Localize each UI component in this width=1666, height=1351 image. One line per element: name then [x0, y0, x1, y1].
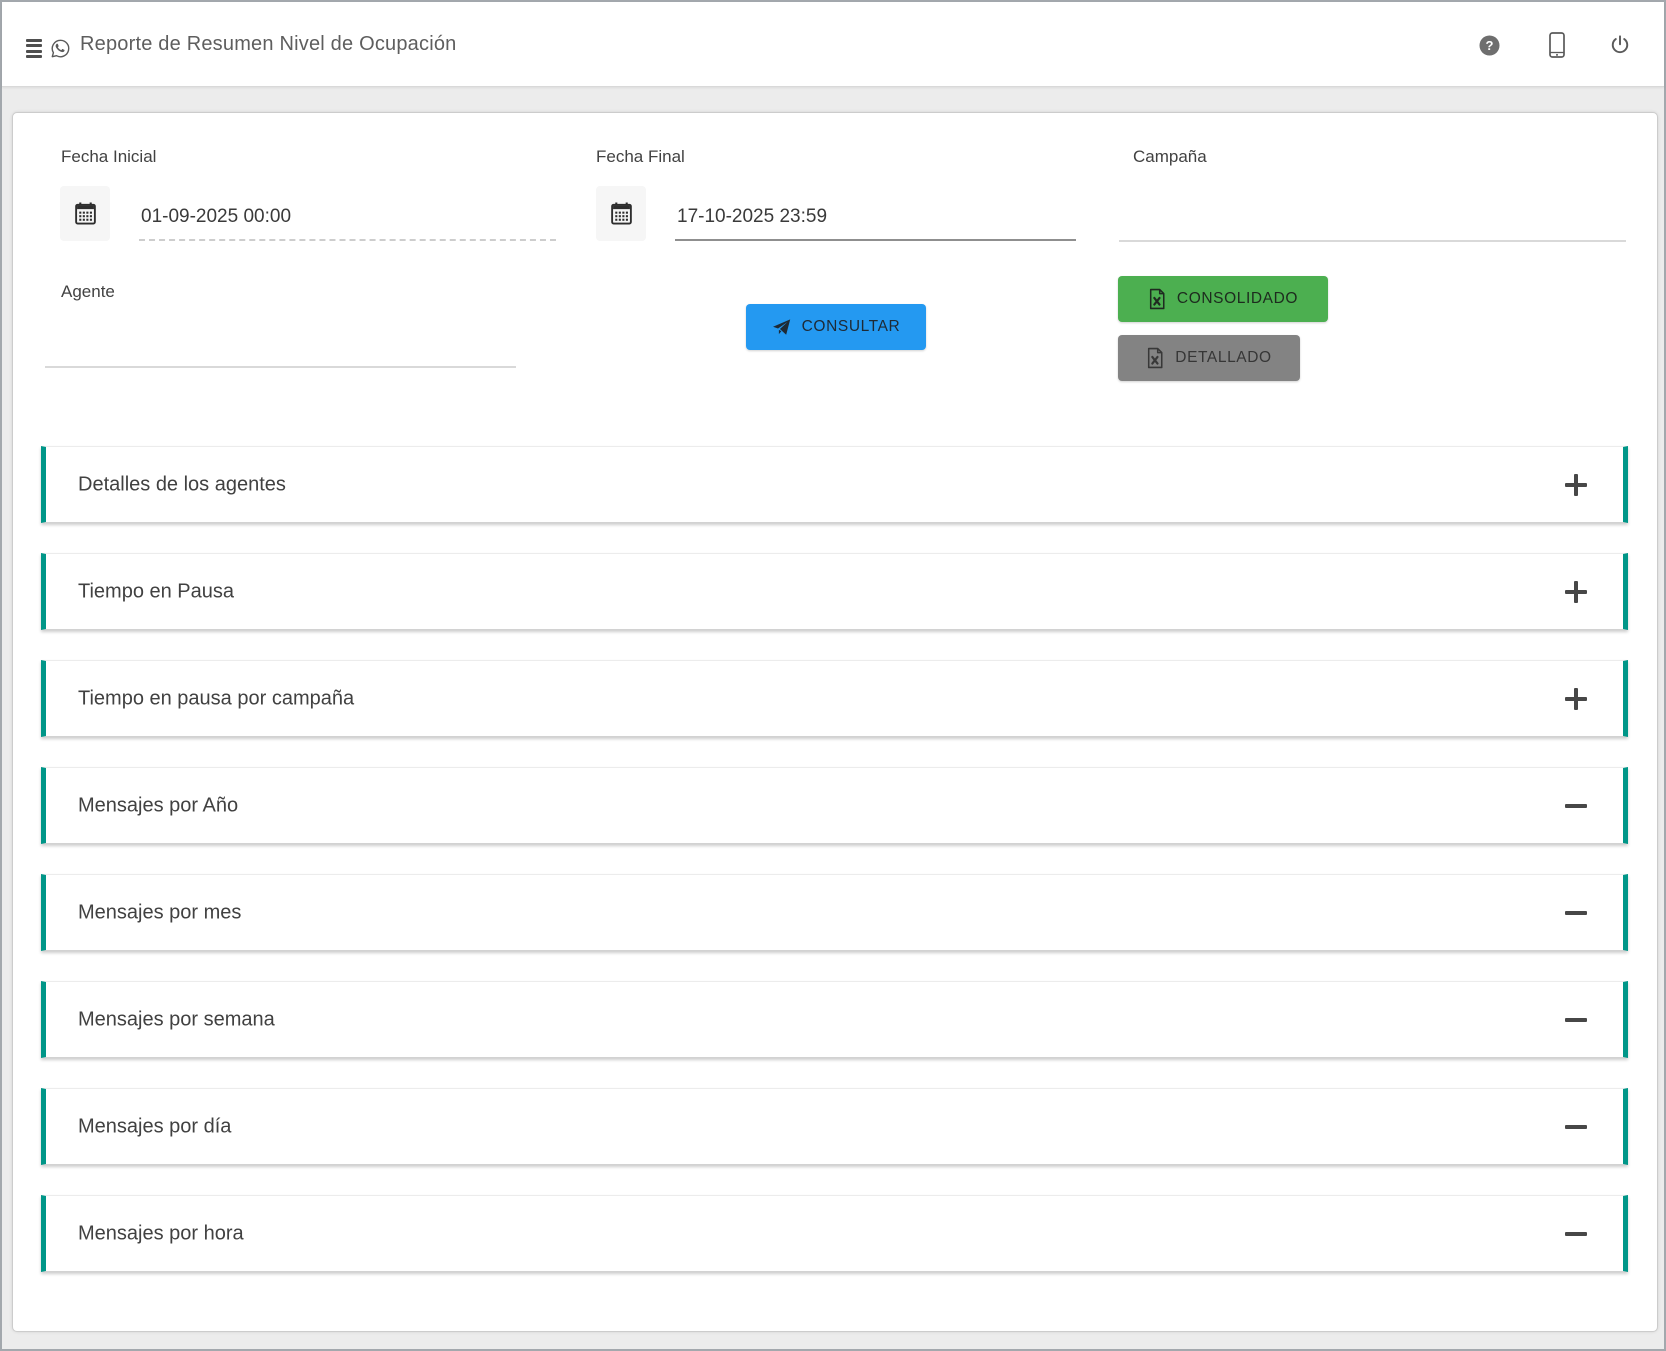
consultar-label: CONSULTAR — [802, 318, 901, 336]
app-window: Reporte de Resumen Nivel de Ocupación ? … — [0, 0, 1666, 1351]
collapse-icon[interactable] — [1565, 1116, 1587, 1138]
accordion-panel-title: Mensajes por hora — [78, 1222, 244, 1245]
mobile-icon[interactable] — [1549, 32, 1565, 63]
accordion-panel-title: Mensajes por día — [78, 1115, 231, 1138]
calendar-icon — [609, 201, 634, 226]
accordion-panel-title: Tiempo en pausa por campaña — [78, 687, 354, 710]
agente-label: Agente — [61, 280, 115, 304]
accordion-panel[interactable]: Mensajes por hora — [41, 1195, 1628, 1272]
accordion-panel[interactable]: Tiempo en Pausa — [41, 553, 1628, 630]
accordion-panel[interactable]: Mensajes por mes — [41, 874, 1628, 951]
accordion-panel[interactable]: Mensajes por día — [41, 1088, 1628, 1165]
accordion-panel[interactable]: Detalles de los agentes — [41, 446, 1628, 523]
campana-input[interactable] — [1119, 202, 1626, 242]
page-title: Reporte de Resumen Nivel de Ocupación — [80, 33, 457, 56]
help-icon[interactable]: ? — [1479, 35, 1500, 61]
collapse-icon[interactable] — [1565, 902, 1587, 924]
campana-label: Campaña — [1133, 145, 1207, 169]
fecha-inicial-label: Fecha Inicial — [61, 145, 156, 169]
fecha-final-input[interactable] — [675, 199, 1076, 241]
paper-plane-icon — [772, 318, 791, 337]
detallado-label: DETALLADO — [1175, 349, 1271, 367]
fecha-final-calendar-button[interactable] — [596, 186, 646, 241]
collapse-icon[interactable] — [1565, 1223, 1587, 1245]
fecha-final-label: Fecha Final — [596, 145, 685, 169]
collapse-icon[interactable] — [1565, 795, 1587, 817]
consultar-button[interactable]: CONSULTAR — [746, 304, 926, 350]
menu-icon[interactable] — [26, 39, 42, 58]
excel-file-icon — [1146, 347, 1164, 369]
agente-input[interactable] — [45, 328, 516, 368]
report-card: Fecha Inicial Fecha Final Campaña Agente — [12, 112, 1658, 1332]
detallado-button[interactable]: DETALLADO — [1118, 335, 1300, 381]
accordion-panel[interactable]: Mensajes por semana — [41, 981, 1628, 1058]
accordion-panel[interactable]: Tiempo en pausa por campaña — [41, 660, 1628, 737]
consolidado-button[interactable]: CONSOLIDADO — [1118, 276, 1328, 322]
accordion-panel-title: Mensajes por mes — [78, 901, 241, 924]
accordion-panel-title: Mensajes por Año — [78, 794, 238, 817]
collapse-icon[interactable] — [1565, 1009, 1587, 1031]
accordion-panel[interactable]: Mensajes por Año — [41, 767, 1628, 844]
svg-text:?: ? — [1486, 38, 1494, 53]
expand-icon[interactable] — [1565, 688, 1587, 710]
accordion-panel-title: Detalles de los agentes — [78, 473, 286, 496]
whatsapp-icon — [50, 38, 71, 64]
excel-file-icon — [1148, 288, 1166, 310]
expand-icon[interactable] — [1565, 474, 1587, 496]
expand-icon[interactable] — [1565, 581, 1587, 603]
accordion-panel-title: Mensajes por semana — [78, 1008, 275, 1031]
accordion-panel-title: Tiempo en Pausa — [78, 580, 234, 603]
fecha-inicial-calendar-button[interactable] — [60, 186, 110, 241]
power-icon[interactable] — [1609, 34, 1631, 61]
app-header: Reporte de Resumen Nivel de Ocupación ? — [2, 2, 1664, 87]
calendar-icon — [73, 201, 98, 226]
consolidado-label: CONSOLIDADO — [1177, 290, 1298, 308]
fecha-inicial-input[interactable] — [139, 199, 556, 241]
